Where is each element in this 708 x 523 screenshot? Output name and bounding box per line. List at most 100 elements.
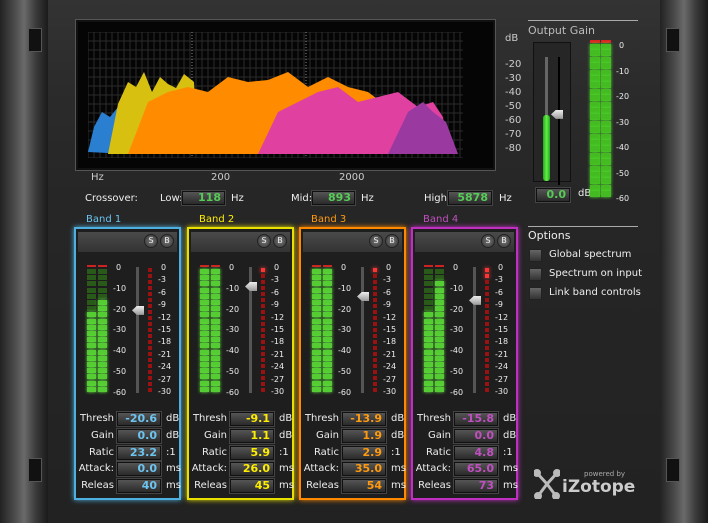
solo-button[interactable]: S bbox=[144, 234, 158, 248]
param-value-input[interactable]: 0.0 bbox=[117, 428, 161, 443]
gain-reduction-segment bbox=[148, 292, 152, 296]
meter-scale-label: -20 bbox=[450, 304, 464, 314]
level-meter-segment bbox=[435, 306, 444, 312]
param-value-input[interactable]: -15.8 bbox=[454, 412, 498, 426]
output-meter-segment bbox=[601, 184, 611, 191]
level-meter-segment bbox=[312, 269, 321, 274]
param-value-input[interactable]: 26.0 bbox=[230, 462, 274, 477]
meter-scale-label: -50 bbox=[113, 367, 127, 376]
low-crossover-input[interactable]: 118 bbox=[182, 191, 225, 205]
level-meter-segment bbox=[98, 300, 107, 305]
level-meter-segment bbox=[98, 269, 107, 274]
option-checkbox[interactable] bbox=[529, 268, 542, 281]
level-meter-segment bbox=[200, 337, 209, 343]
bypass-button[interactable]: B bbox=[385, 234, 399, 248]
gr-scale-label: -9 bbox=[158, 300, 166, 310]
option-label[interactable]: Link band controls bbox=[549, 287, 641, 298]
param-value-input[interactable]: 54 bbox=[342, 479, 386, 494]
meter-scale-label: -60 bbox=[113, 387, 127, 397]
level-meter-segment bbox=[323, 300, 332, 305]
hz-unit: Hz bbox=[361, 193, 374, 204]
level-meter-segment bbox=[87, 380, 96, 386]
level-meter-segment bbox=[323, 368, 332, 374]
param-value-input[interactable]: 1.1 bbox=[230, 428, 274, 443]
param-value-input[interactable]: 73 bbox=[454, 479, 498, 494]
output-meter-segment bbox=[601, 159, 611, 166]
gain-reduction-segment bbox=[261, 328, 265, 332]
param-value-input[interactable]: 1.9 bbox=[342, 428, 386, 443]
bypass-button[interactable]: B bbox=[497, 234, 511, 248]
output-meter-segment bbox=[590, 101, 600, 108]
threshold-handle[interactable] bbox=[469, 295, 481, 305]
param-value-input[interactable]: 23.2 bbox=[117, 445, 161, 460]
meter-scale-label: -60 bbox=[226, 387, 240, 397]
level-meter-segment bbox=[211, 287, 220, 293]
gain-reduction-segment bbox=[485, 310, 489, 314]
meter-scale-label: -10 bbox=[226, 283, 240, 293]
threshold-slider-track[interactable] bbox=[361, 267, 364, 393]
option-label[interactable]: Global spectrum bbox=[549, 249, 631, 260]
output-meter-segment bbox=[601, 50, 611, 57]
output-gain-input[interactable]: 0.0 bbox=[536, 188, 570, 202]
level-meter-segment bbox=[323, 374, 332, 380]
level-meter-segment bbox=[200, 293, 209, 299]
level-meter-segment bbox=[323, 318, 332, 324]
param-unit: dB bbox=[391, 413, 405, 424]
bypass-button[interactable]: B bbox=[160, 234, 174, 248]
bypass-button[interactable]: B bbox=[273, 234, 287, 248]
param-unit: :1 bbox=[279, 446, 289, 458]
option-checkbox[interactable] bbox=[529, 287, 542, 300]
rack-bracket bbox=[666, 28, 680, 52]
gr-scale-label: -27 bbox=[271, 374, 285, 384]
param-value-input[interactable]: -9.1 bbox=[230, 412, 274, 426]
param-value-input[interactable]: 40 bbox=[117, 479, 161, 494]
solo-button[interactable]: S bbox=[481, 234, 495, 248]
gain-reduction-segment bbox=[261, 292, 265, 296]
param-value-input[interactable]: -13.9 bbox=[342, 412, 386, 426]
level-meter-segment bbox=[87, 343, 96, 349]
gr-scale-label: -21 bbox=[495, 349, 509, 359]
rack-bracket bbox=[666, 458, 680, 482]
param-value-input[interactable]: 0.0 bbox=[117, 462, 161, 477]
level-meter-segment bbox=[424, 349, 433, 355]
param-value-input[interactable]: 5.9 bbox=[230, 445, 274, 460]
output-meter-segment bbox=[601, 56, 611, 63]
threshold-slider-track[interactable] bbox=[136, 267, 139, 393]
output-gain-handle[interactable] bbox=[551, 109, 563, 119]
output-meter-segment bbox=[601, 69, 611, 76]
threshold-handle[interactable] bbox=[132, 305, 144, 315]
band-header: SB bbox=[415, 232, 514, 252]
level-meter-segment bbox=[435, 368, 444, 374]
output-gain-slider[interactable] bbox=[533, 42, 571, 185]
spectrum-display[interactable] bbox=[76, 20, 495, 170]
gain-reduction-segment bbox=[485, 334, 489, 338]
solo-button[interactable]: S bbox=[257, 234, 271, 248]
level-meter-segment bbox=[424, 386, 433, 392]
param-label: Gain bbox=[316, 429, 339, 441]
param-label: Attack: bbox=[191, 463, 227, 475]
level-meter-segment bbox=[312, 300, 321, 305]
param-value-input[interactable]: 0.0 bbox=[454, 428, 498, 443]
level-meter-segment bbox=[323, 386, 332, 392]
param-value-input[interactable]: 4.8 bbox=[454, 445, 498, 460]
option-checkbox[interactable] bbox=[529, 249, 542, 262]
param-value-input[interactable]: 35.0 bbox=[342, 462, 386, 477]
high-crossover-input[interactable]: 5878 bbox=[448, 191, 492, 205]
param-value-input[interactable]: -20.6 bbox=[117, 412, 161, 426]
level-meter-segment bbox=[98, 318, 107, 324]
clip-indicator bbox=[590, 40, 600, 43]
threshold-slider-track[interactable] bbox=[473, 267, 476, 393]
param-value-input[interactable]: 45 bbox=[230, 479, 274, 494]
param-value-input[interactable]: 65.0 bbox=[454, 462, 498, 477]
solo-button[interactable]: S bbox=[369, 234, 383, 248]
output-meter-segment bbox=[601, 146, 611, 153]
mid-crossover-input[interactable]: 893 bbox=[312, 191, 355, 205]
threshold-handle[interactable] bbox=[245, 281, 257, 291]
threshold-handle[interactable] bbox=[357, 291, 369, 301]
level-meter-segment bbox=[98, 343, 107, 349]
gain-reduction-segment bbox=[373, 364, 377, 368]
option-label[interactable]: Spectrum on input bbox=[549, 268, 642, 279]
param-value-input[interactable]: 2.9 bbox=[342, 445, 386, 460]
level-meter-segment bbox=[87, 300, 96, 305]
db-scale-label: -50 bbox=[505, 101, 522, 112]
